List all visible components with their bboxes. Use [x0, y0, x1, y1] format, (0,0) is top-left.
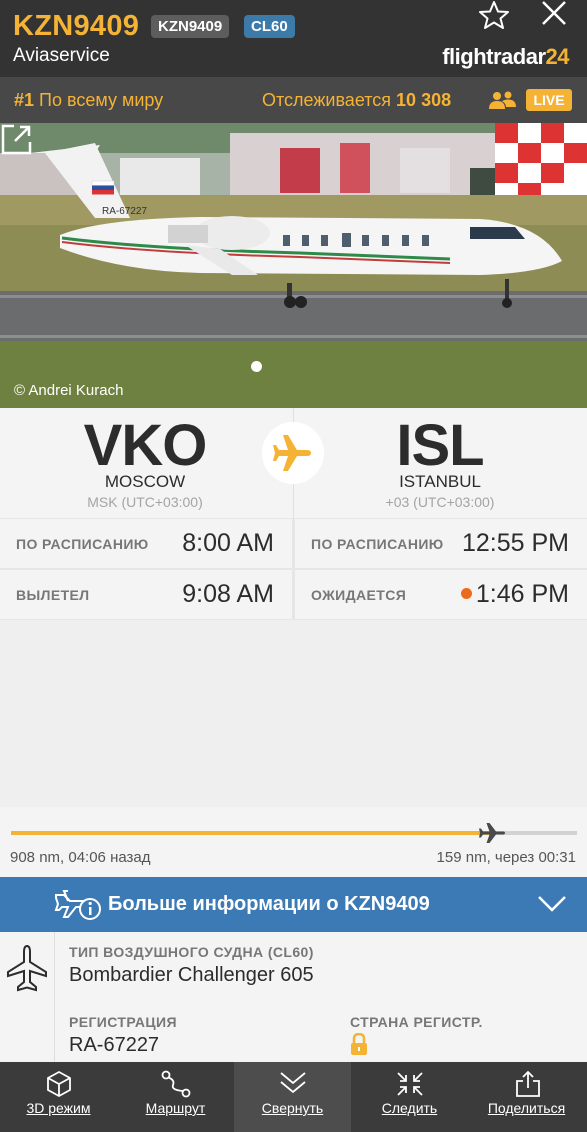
- flightradar24-logo: flightradar24: [442, 44, 569, 70]
- departure-scheduled-time: 8:00 AM: [182, 529, 274, 557]
- arrival-expected-time: 1:46 PM: [475, 580, 569, 608]
- aircraft-type-value: Bombardier Challenger 605: [69, 964, 314, 986]
- photo-credit[interactable]: © Andrei Kurach: [14, 382, 123, 399]
- arrival-timezone: +03 (UTC+03:00): [385, 494, 495, 510]
- aircraft-details: ТИП ВОЗДУШНОГО СУДНА (CL60) Bombardier C…: [0, 932, 587, 1062]
- registration-label: РЕГИСТРАЦИЯ: [69, 1014, 177, 1030]
- arrival-expected-cell: ОЖИДАЕТСЯ 1:46 PM: [295, 570, 587, 619]
- flight-header: KZN9409 KZN9409 CL60 Aviaservice flightr…: [0, 0, 587, 77]
- elapsed-distance-time: 908 nm, 04:06 назад: [10, 849, 151, 866]
- arrival-scheduled-cell: ПО РАСПИСАНИЮ 12:55 PM: [295, 519, 587, 568]
- departure-scheduled-label: ПО РАСПИСАНИЮ: [16, 536, 149, 552]
- arrival-city: ISTANBUL: [399, 472, 481, 491]
- remaining-distance-time: 159 nm, через 00:31: [436, 849, 576, 866]
- logo-text: flightradar: [442, 44, 546, 69]
- country-label: СТРАНА РЕГИСТР.: [350, 1014, 483, 1030]
- tab-collapse[interactable]: Свернуть: [234, 1062, 351, 1132]
- aircraft-type-chip: CL60: [244, 15, 295, 38]
- details-icon-column: [0, 932, 55, 1062]
- aircraft-icon: [7, 944, 47, 992]
- rank-number: #1: [14, 90, 35, 110]
- close-icon[interactable]: [540, 0, 568, 26]
- tab-route[interactable]: Маршрут: [117, 1062, 234, 1132]
- tail-registration: RA-67227: [102, 206, 147, 217]
- airline-name: Aviaservice: [13, 45, 110, 66]
- registration-value: RA-67227: [69, 1034, 160, 1056]
- departure-actual-cell: ВЫЛЕТЕЛ 9:08 AM: [0, 570, 292, 619]
- departure-iata[interactable]: VKO: [25, 412, 265, 479]
- tab-follow[interactable]: Следить: [351, 1062, 468, 1132]
- chevron-down-icon[interactable]: [537, 895, 567, 913]
- progress-airplane-icon: [479, 823, 506, 843]
- tab-label: Поделиться: [487, 1100, 566, 1116]
- collapse-icon: [279, 1072, 306, 1094]
- rank-text: По всему миру: [39, 90, 164, 110]
- blank-area: [0, 620, 587, 807]
- departure-actual-time: 9:08 AM: [182, 580, 274, 608]
- arrival-scheduled-label: ПО РАСПИСАНИЮ: [311, 536, 444, 552]
- departure-timezone: MSK (UTC+03:00): [87, 494, 203, 510]
- arrival-scheduled-time: 12:55 PM: [461, 529, 569, 557]
- airplane-icon: [273, 435, 311, 471]
- progress-fill: [11, 831, 493, 835]
- departure-scheduled-cell: ПО РАСПИСАНИЮ 8:00 AM: [0, 519, 292, 568]
- more-info-bar[interactable]: Больше информации о KZN9409: [0, 877, 587, 932]
- tab-label: Маршрут: [145, 1100, 206, 1116]
- tracked-label: Отслеживается: [262, 90, 392, 110]
- aircraft-type-label: ТИП ВОЗДУШНОГО СУДНА (CL60): [69, 944, 314, 960]
- tab-3d-mode[interactable]: 3D режим: [0, 1062, 117, 1132]
- checkered-tower: [495, 123, 587, 203]
- share-icon: [515, 1070, 540, 1097]
- tracked-number: 10 308: [396, 90, 452, 110]
- departure-city: MOSCOW: [104, 472, 186, 491]
- aircraft-photo[interactable]: RA-67227 © Andrei Kurach: [0, 123, 587, 408]
- plane-info-icon: [54, 890, 101, 920]
- departure-actual-label: ВЫЛЕТЕЛ: [16, 587, 90, 603]
- schedule-grid: ПО РАСПИСАНИЮ 8:00 AM ПО РАСПИСАНИЮ 12:5…: [0, 518, 587, 620]
- live-badge: LIVE: [526, 89, 572, 111]
- tab-share[interactable]: Поделиться: [468, 1062, 587, 1132]
- arrival-iata[interactable]: ISL: [320, 412, 560, 479]
- logo-number: 24: [545, 44, 570, 69]
- follow-icon: [396, 1072, 423, 1096]
- route-icon: [161, 1070, 190, 1098]
- status-dot: [460, 588, 472, 599]
- people-icon: [489, 91, 516, 109]
- route-plane-badge: [262, 422, 324, 484]
- flight-progress: 908 nm, 04:06 назад 159 nm, через 00:31: [0, 807, 587, 877]
- tab-label: 3D режим: [26, 1100, 91, 1116]
- aircraft-photo-drawing: RA-67227: [0, 123, 587, 408]
- cube-icon: [46, 1070, 71, 1098]
- tab-label: Свернуть: [261, 1100, 324, 1116]
- arrival-expected-label: ОЖИДАЕТСЯ: [311, 587, 407, 603]
- arrival-expected-value: 1:46 PM: [460, 580, 569, 609]
- bottom-tab-bar: 3D режим Маршрут Свернуть Следить Подели…: [0, 1062, 587, 1132]
- route-panel: VKO MOSCOW MSK (UTC+03:00) ISL ISTANBUL …: [0, 408, 587, 518]
- callsign-chip: KZN9409: [151, 15, 230, 38]
- carousel-dot: [251, 361, 262, 372]
- tab-label: Следить: [381, 1100, 438, 1116]
- more-info-label: Больше информации о KZN9409: [108, 893, 430, 915]
- lock-icon[interactable]: [350, 1033, 368, 1055]
- star-icon[interactable]: [478, 0, 510, 30]
- external-link-icon[interactable]: [0, 123, 33, 156]
- flight-number: KZN9409: [13, 10, 140, 42]
- global-rank[interactable]: #1 По всему миру: [14, 90, 163, 111]
- rank-bar: #1 По всему миру Отслеживается 10 308 LI…: [0, 77, 587, 123]
- tracked-count: Отслеживается 10 308: [262, 90, 451, 111]
